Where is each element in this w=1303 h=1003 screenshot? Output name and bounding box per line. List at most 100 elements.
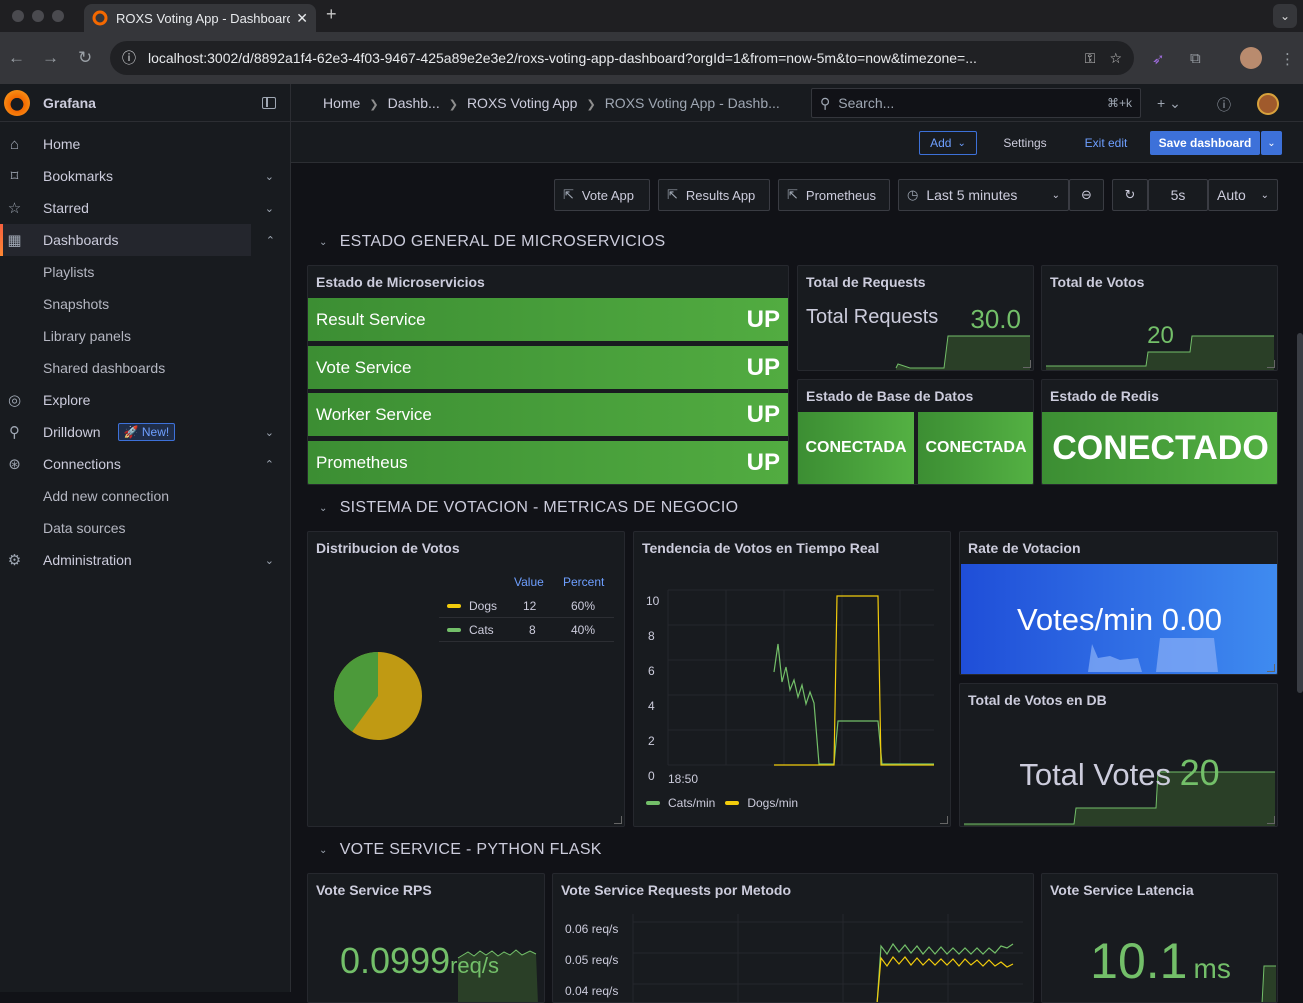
new-tab-button[interactable]: + [326, 4, 337, 25]
save-options-button[interactable]: ⌄ [1261, 131, 1282, 155]
dashboard-scrollbar[interactable] [1297, 333, 1303, 693]
chevron-down-icon[interactable]: ⌄ [265, 202, 274, 215]
sidebar-item-add-new-connection[interactable]: Add new connection [0, 480, 290, 512]
panel-estado-base-datos[interactable]: Estado de Base de Datos CONECTADA CONECT… [797, 379, 1034, 485]
exit-edit-button[interactable]: Exit edit [1075, 131, 1137, 155]
tab-close-icon[interactable]: ✕ [296, 10, 308, 27]
tab-search-button[interactable]: ⌄ [1273, 4, 1297, 28]
legend-swatch [447, 627, 461, 632]
chevron-up-icon[interactable]: ⌃ [265, 458, 274, 471]
row-header[interactable]: ⌄ ESTADO GENERAL DE MICROSERVICIOS [319, 233, 666, 251]
add-new-icon[interactable]: + ⌄ [1157, 95, 1181, 112]
key-icon[interactable]: ⚿ [1085, 50, 1096, 67]
chevron-up-icon[interactable]: ⌃ [266, 234, 275, 247]
save-dashboard-button[interactable]: Save dashboard [1150, 131, 1260, 155]
panel-estado-redis[interactable]: Estado de Redis CONECTADO [1041, 379, 1278, 485]
bookmark-star-icon[interactable]: ☆ [1109, 50, 1122, 67]
legend-col-percent[interactable]: Percent [563, 575, 604, 589]
extensions-icon[interactable]: ⧉ [1190, 50, 1201, 67]
resize-handle[interactable] [1023, 360, 1031, 368]
sidebar-item-bookmarks[interactable]: ⌑ Bookmarks ⌄ [0, 160, 290, 192]
clock-icon: ◷ [907, 187, 919, 202]
panel-total-requests[interactable]: Total de Requests Total Requests 30.0 [797, 265, 1034, 371]
legend-row[interactable]: Cats 8 40% [439, 618, 614, 642]
chevron-down-icon[interactable]: ⌄ [265, 554, 274, 567]
time-range-label: Last 5 minutes [926, 187, 1018, 203]
user-avatar[interactable] [1257, 93, 1279, 115]
browser-toolbar: ← → ↻ ⓘ localhost:3002/d/8892a1f4-62e3-4… [0, 32, 1303, 84]
url-text: localhost:3002/d/8892a1f4-62e3-4f03-9467… [148, 50, 977, 66]
time-range-picker[interactable]: ◷ Last 5 minutes ⌄ [898, 179, 1069, 211]
legend-row[interactable]: Dogs 12 60% [439, 594, 614, 618]
grafana-logo-icon[interactable] [4, 89, 30, 116]
dock-menu-icon[interactable] [262, 96, 276, 109]
panel-total-votos-db[interactable]: Total de Votos en DB Total Votes 20 [959, 683, 1278, 827]
sidebar-item-snapshots[interactable]: Snapshots [0, 288, 290, 320]
sidebar-item-connections[interactable]: ⊛ Connections ⌃ [0, 448, 290, 480]
extension-feather-icon[interactable]: ➶ [1152, 50, 1165, 68]
window-close-button[interactable] [12, 10, 24, 22]
settings-button[interactable]: Settings [993, 131, 1057, 155]
panel-vote-service-latencia[interactable]: Vote Service Latencia 10.1 ms [1041, 873, 1278, 1003]
sidebar-item-playlists[interactable]: Playlists [0, 256, 290, 288]
refresh-button[interactable]: ↻ [1112, 179, 1148, 211]
panel-estado-microservicios[interactable]: Estado de Microservicios Result Service U… [307, 265, 789, 485]
panel-distribucion-votos[interactable]: Distribucion de Votos Value Percent Dogs… [307, 531, 625, 827]
sidebar-item-administration[interactable]: ⚙ Administration ⌄ [0, 544, 290, 576]
legend-item[interactable]: Cats/min [668, 796, 715, 810]
stat-value: 0.00 [1161, 602, 1223, 637]
chevron-down-icon: ⌄ [319, 236, 328, 248]
add-button[interactable]: Add ⌄ [919, 131, 977, 155]
breadcrumb: Home ❯ Dashb... ❯ ROXS Voting App ❯ ROXS Votin… [323, 95, 780, 111]
resize-handle[interactable] [1267, 664, 1275, 672]
link-prometheus[interactable]: ⇱ Prometheus [778, 179, 890, 211]
browser-tab[interactable]: ROXS Voting App - Dashboard ✕ [84, 4, 316, 32]
panel-vote-service-metodo[interactable]: Vote Service Requests por Metodo 0.06 re… [552, 873, 1034, 1003]
sidebar-item-explore[interactable]: ◎ Explore [0, 384, 290, 416]
legend-swatch [725, 801, 740, 805]
address-bar[interactable]: ⓘ localhost:3002/d/8892a1f4-62e3-4f03-94… [110, 41, 1134, 75]
breadcrumb-dashboards[interactable]: Dashb... [388, 95, 440, 111]
site-info-icon[interactable]: ⓘ [122, 48, 136, 68]
zoom-out-button[interactable]: ⊖ [1069, 179, 1104, 211]
refresh-interval-button[interactable]: 5s [1148, 179, 1208, 211]
chevron-down-icon[interactable]: ⌄ [265, 426, 274, 439]
back-icon[interactable]: ← [8, 48, 25, 68]
resize-handle[interactable] [614, 816, 622, 824]
row-header[interactable]: ⌄ VOTE SERVICE - PYTHON FLASK [319, 841, 602, 859]
help-icon[interactable]: ⓘ [1217, 95, 1231, 115]
resize-handle[interactable] [940, 816, 948, 824]
panel-tendencia-votos[interactable]: Tendencia de Votos en Tiempo Real 10 8 6 4 2… [633, 531, 951, 827]
auto-refresh-picker[interactable]: Auto ⌄ [1208, 179, 1278, 211]
sidebar-item-shared-dashboards[interactable]: Shared dashboards [0, 352, 290, 384]
legend-col-value[interactable]: Value [514, 575, 544, 589]
link-results-app[interactable]: ⇱ Results App [658, 179, 770, 211]
panel-total-votos[interactable]: Total de Votos 20 [1041, 265, 1278, 371]
row-header[interactable]: ⌄ SISTEMA DE VOTACION - METRICAS DE NEGOC… [319, 499, 738, 517]
link-vote-app[interactable]: ⇱ Vote App [554, 179, 650, 211]
chevron-down-icon[interactable]: ⌄ [265, 170, 274, 183]
sidebar-item-dashboards[interactable]: ▦ Dashboards ⌃ [0, 224, 275, 256]
browser-menu-icon[interactable]: ⋮ [1280, 50, 1295, 68]
sidebar-item-data-sources[interactable]: Data sources [0, 512, 290, 544]
search-input[interactable]: ⚲ Search... ⌘+k [811, 88, 1141, 118]
sidebar-item-home[interactable]: ⌂ Home [0, 128, 290, 160]
sidebar-item-starred[interactable]: ☆ Starred ⌄ [0, 192, 290, 224]
window-minimize-button[interactable] [32, 10, 44, 22]
sidebar-item-label: Bookmarks [43, 168, 114, 184]
breadcrumb-folder[interactable]: ROXS Voting App [467, 95, 578, 111]
sidebar-item-drilldown[interactable]: ⚲ Drilldown 🚀 New! ⌄ [0, 416, 290, 448]
resize-handle[interactable] [1267, 360, 1275, 368]
forward-icon[interactable]: → [42, 48, 59, 68]
panel-rate-votacion[interactable]: Rate de Votacion Votes/min 0.00 [959, 531, 1278, 675]
legend-percent: 40% [571, 622, 596, 637]
reload-icon[interactable]: ↻ [78, 48, 92, 68]
browser-profile-avatar[interactable] [1240, 47, 1262, 69]
stat-label: Total Requests [806, 306, 939, 328]
legend-item[interactable]: Dogs/min [747, 796, 798, 810]
resize-handle[interactable] [1267, 816, 1275, 824]
sidebar-item-library-panels[interactable]: Library panels [0, 320, 290, 352]
panel-vote-service-rps[interactable]: Vote Service RPS 0.0999req/s [307, 873, 545, 1003]
window-maximize-button[interactable] [52, 10, 64, 22]
breadcrumb-home[interactable]: Home [323, 95, 360, 111]
